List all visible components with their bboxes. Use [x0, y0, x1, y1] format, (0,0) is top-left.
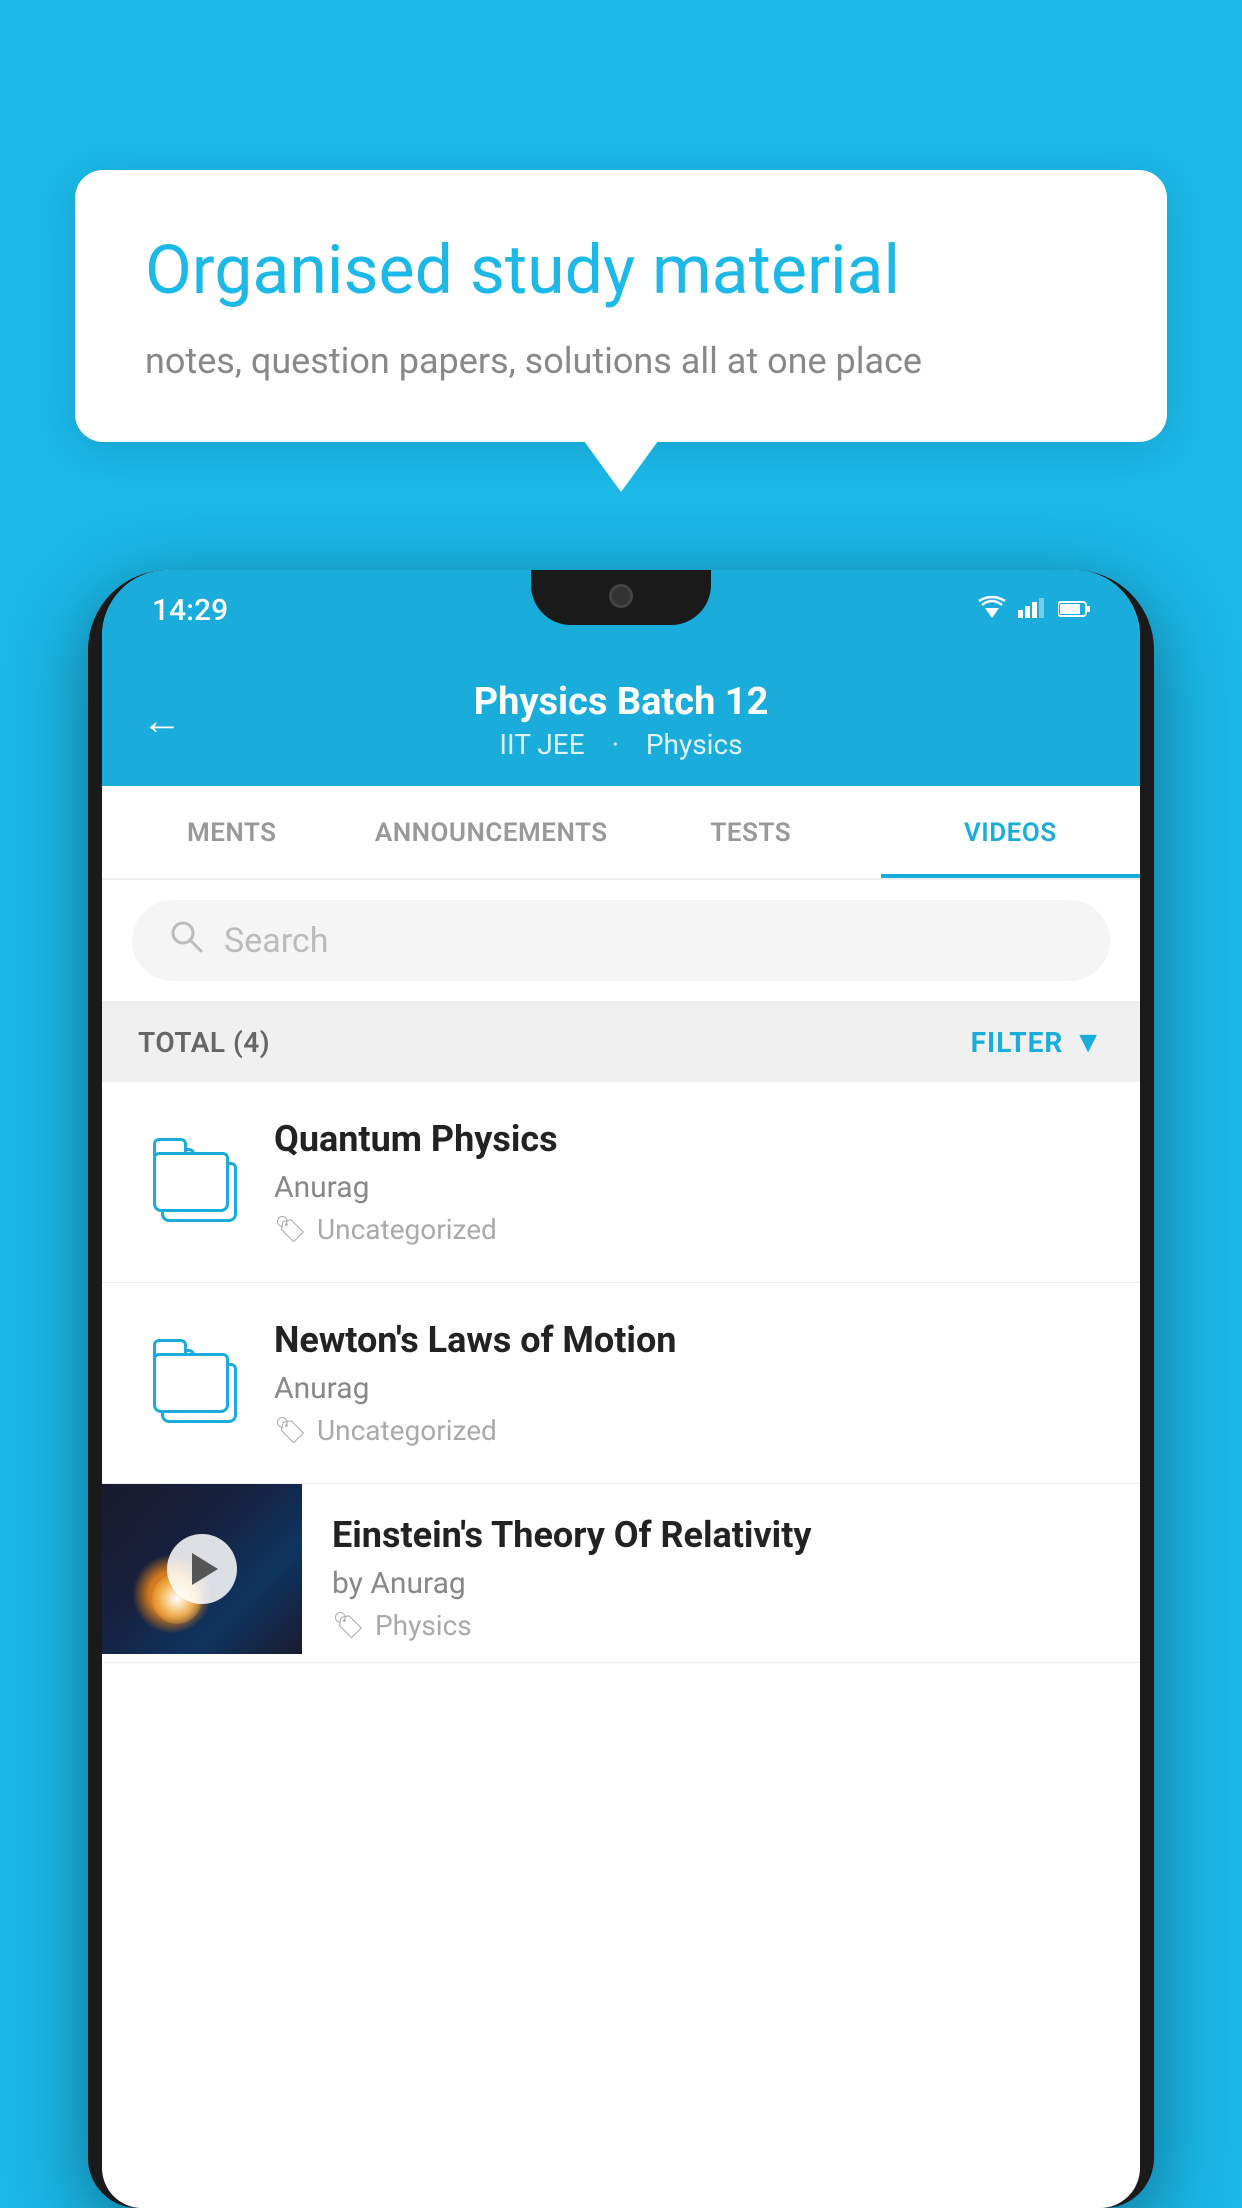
- item-info: Einstein's Theory Of Relativity by Anura…: [302, 1484, 1140, 1662]
- tag-icon: 🏷: [274, 1215, 307, 1245]
- tag-icon: 🏷: [274, 1416, 307, 1446]
- status-icons: [978, 596, 1090, 624]
- folder-icon-container: [138, 1142, 258, 1222]
- speech-bubble-card: Organised study material notes, question…: [75, 170, 1167, 442]
- item-info: Quantum Physics Anurag 🏷 Uncategorized: [258, 1118, 1104, 1246]
- bubble-title: Organised study material: [145, 230, 1097, 312]
- app-header: ← Physics Batch 12 IIT JEE · Physics: [102, 650, 1140, 786]
- list-item-video[interactable]: Einstein's Theory Of Relativity by Anura…: [102, 1484, 1140, 1663]
- tabs-bar: MENTS ANNOUNCEMENTS TESTS VIDEOS: [102, 786, 1140, 880]
- header-title-block: Physics Batch 12 IIT JEE · Physics: [474, 680, 769, 761]
- tag-label: Physics: [375, 1609, 472, 1642]
- filter-bar: TOTAL (4) FILTER ▼: [102, 1003, 1140, 1082]
- item-tag: 🏷 Physics: [332, 1609, 1110, 1642]
- tag-separator: ·: [612, 728, 619, 761]
- camera-icon: [609, 584, 633, 608]
- folder-stack-icon: [153, 1343, 243, 1423]
- phone-screen: 14:29: [102, 570, 1140, 2208]
- tag-label: Uncategorized: [317, 1414, 497, 1447]
- signal-icon: [1018, 596, 1046, 624]
- back-button[interactable]: ←: [142, 697, 182, 744]
- tab-announcements[interactable]: ANNOUNCEMENTS: [362, 786, 622, 878]
- total-count: TOTAL (4): [138, 1026, 270, 1059]
- folder-body-front: [153, 1353, 229, 1413]
- item-tag: 🏷 Uncategorized: [274, 1414, 1104, 1447]
- play-triangle-icon: [192, 1553, 218, 1585]
- search-icon: [168, 918, 204, 963]
- tab-videos[interactable]: VIDEOS: [881, 786, 1141, 878]
- item-title: Einstein's Theory Of Relativity: [332, 1514, 1110, 1556]
- status-time: 14:29: [152, 593, 228, 628]
- wifi-icon: [978, 596, 1006, 624]
- tag-physics: Physics: [646, 728, 743, 761]
- phone-notch: [531, 570, 711, 625]
- tab-assignments[interactable]: MENTS: [102, 786, 362, 878]
- filter-button[interactable]: FILTER ▼: [971, 1025, 1104, 1060]
- batch-subtitle: IIT JEE · Physics: [474, 728, 769, 761]
- bubble-subtitle: notes, question papers, solutions all at…: [145, 340, 1097, 382]
- filter-icon: ▼: [1073, 1025, 1104, 1060]
- item-author: Anurag: [274, 1170, 1104, 1205]
- batch-title: Physics Batch 12: [474, 680, 769, 724]
- item-title: Quantum Physics: [274, 1118, 1104, 1160]
- tag-iitjee: IIT JEE: [499, 728, 584, 761]
- tab-tests[interactable]: TESTS: [621, 786, 881, 878]
- item-author: by Anurag: [332, 1566, 1110, 1601]
- folder-body-front: [153, 1152, 229, 1212]
- item-info: Newton's Laws of Motion Anurag 🏷 Uncateg…: [258, 1319, 1104, 1447]
- video-thumbnail: [102, 1484, 302, 1654]
- folder-icon-container: [138, 1343, 258, 1423]
- tag-label: Uncategorized: [317, 1213, 497, 1246]
- list-item[interactable]: Newton's Laws of Motion Anurag 🏷 Uncateg…: [102, 1283, 1140, 1484]
- battery-icon: [1058, 596, 1090, 624]
- list-item[interactable]: Quantum Physics Anurag 🏷 Uncategorized: [102, 1082, 1140, 1283]
- item-author: Anurag: [274, 1371, 1104, 1406]
- status-bar: 14:29: [102, 570, 1140, 650]
- item-tag: 🏷 Uncategorized: [274, 1213, 1104, 1246]
- search-container: Search: [102, 880, 1140, 1003]
- search-placeholder: Search: [224, 921, 328, 961]
- phone-frame: 14:29: [88, 570, 1154, 2208]
- folder-stack-icon: [153, 1142, 243, 1222]
- play-button[interactable]: [167, 1534, 237, 1604]
- item-title: Newton's Laws of Motion: [274, 1319, 1104, 1361]
- tag-icon: 🏷: [332, 1611, 365, 1641]
- filter-label: FILTER: [971, 1026, 1064, 1059]
- search-bar[interactable]: Search: [132, 900, 1110, 981]
